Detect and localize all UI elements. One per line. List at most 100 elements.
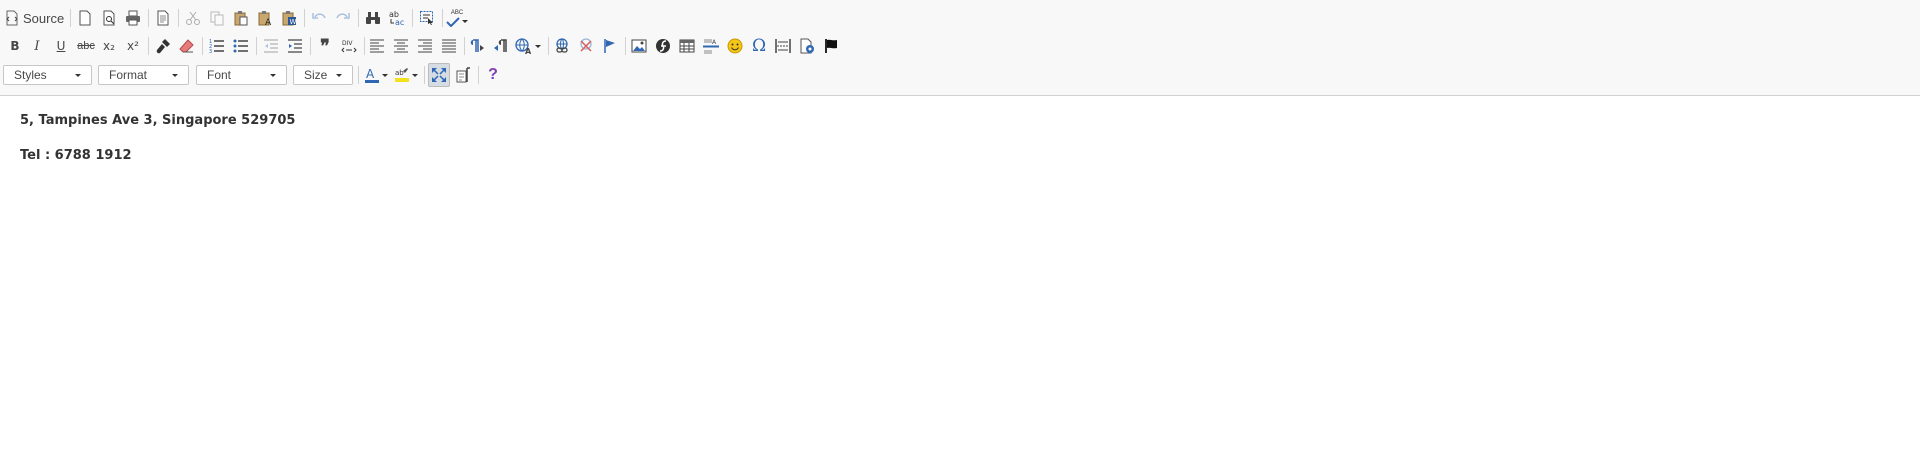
new-page-button[interactable] bbox=[74, 6, 96, 30]
subscript-button[interactable]: x₂ bbox=[98, 34, 120, 58]
numbered-list-button[interactable]: 123 bbox=[206, 34, 228, 58]
chevron-down-icon bbox=[336, 73, 342, 77]
binoculars-icon bbox=[366, 12, 380, 24]
chevron-down-icon bbox=[462, 20, 468, 23]
text-color-button[interactable]: A bbox=[362, 63, 390, 87]
select-all-button[interactable] bbox=[416, 6, 438, 30]
blockquote-button[interactable]: ❞ bbox=[314, 34, 336, 58]
outdent-button[interactable] bbox=[260, 34, 282, 58]
show-blocks-button[interactable] bbox=[452, 63, 474, 87]
preview-button[interactable] bbox=[98, 6, 120, 30]
svg-text:3: 3 bbox=[209, 49, 212, 54]
maximize-icon bbox=[432, 68, 446, 82]
unlink-button[interactable] bbox=[575, 34, 597, 58]
cut-button[interactable] bbox=[182, 6, 204, 30]
page-break-icon bbox=[775, 39, 791, 53]
horizontal-rule-icon: A bbox=[703, 39, 719, 54]
iframe-button[interactable] bbox=[796, 34, 818, 58]
help-label: ? bbox=[488, 66, 498, 83]
check-icon bbox=[446, 16, 460, 27]
copy-format-button[interactable] bbox=[152, 34, 174, 58]
text-direction-ltr-icon bbox=[470, 39, 484, 52]
font-combo[interactable]: Font bbox=[196, 65, 287, 85]
align-center-button[interactable] bbox=[390, 34, 412, 58]
image-button[interactable] bbox=[628, 34, 650, 58]
copy-icon bbox=[210, 11, 224, 26]
chevron-down-icon bbox=[75, 73, 81, 77]
align-center-icon bbox=[394, 39, 408, 53]
telephone-line: Tel : 6788 1912 bbox=[20, 148, 132, 163]
toolbar-row-2: B I U abc x₂ x² 123 ❞ DIV A A Ω bbox=[0, 34, 1920, 58]
templates-button[interactable] bbox=[152, 6, 174, 30]
iframe-icon bbox=[800, 38, 814, 54]
anchor-button[interactable] bbox=[599, 34, 621, 58]
special-char-label: Ω bbox=[751, 36, 767, 56]
show-blocks-icon bbox=[456, 67, 470, 83]
align-right-button[interactable] bbox=[414, 34, 436, 58]
page-break-button[interactable] bbox=[772, 34, 794, 58]
image-icon bbox=[631, 39, 647, 53]
printer-icon bbox=[126, 10, 140, 26]
svg-text:A: A bbox=[366, 67, 375, 81]
paste-button[interactable] bbox=[230, 6, 252, 30]
align-left-icon bbox=[370, 39, 384, 53]
bulleted-list-icon bbox=[233, 39, 248, 53]
replace-icon: abac bbox=[389, 10, 404, 27]
paste-word-button[interactable]: W bbox=[278, 6, 300, 30]
eraser-icon bbox=[179, 39, 194, 53]
chevron-down-icon bbox=[172, 73, 178, 77]
svg-text:ab: ab bbox=[395, 69, 404, 77]
flash-button[interactable] bbox=[652, 34, 674, 58]
remove-format-button[interactable] bbox=[176, 34, 198, 58]
background-color-button[interactable]: ab bbox=[392, 63, 420, 87]
undo-icon bbox=[312, 13, 326, 19]
bulleted-list-button[interactable] bbox=[230, 34, 252, 58]
select-all-icon bbox=[420, 11, 433, 25]
strike-button[interactable]: abc bbox=[74, 34, 98, 58]
table-button[interactable] bbox=[676, 34, 698, 58]
align-left-button[interactable] bbox=[366, 34, 388, 58]
maximize-button[interactable] bbox=[428, 63, 450, 87]
source-button[interactable]: Source bbox=[4, 6, 66, 30]
bold-button[interactable]: B bbox=[4, 34, 26, 58]
unlink-icon bbox=[580, 38, 592, 52]
superscript-button[interactable]: x² bbox=[122, 34, 144, 58]
font-label: Font bbox=[207, 68, 232, 82]
link-icon bbox=[556, 38, 568, 53]
replace-button[interactable]: ab ac bbox=[386, 6, 408, 30]
find-button[interactable] bbox=[362, 6, 384, 30]
preview-icon bbox=[103, 10, 115, 26]
text-direction-rtl-icon bbox=[494, 39, 507, 52]
help-button[interactable]: ? bbox=[482, 63, 504, 87]
print-button[interactable] bbox=[122, 6, 144, 30]
styles-label: Styles bbox=[14, 68, 47, 82]
editor-content[interactable]: 5, Tampines Ave 3, Singapore 529705 Tel … bbox=[20, 112, 295, 182]
text-color-icon: A bbox=[365, 67, 379, 83]
styles-combo[interactable]: Styles bbox=[3, 65, 92, 85]
source-label: Source bbox=[23, 10, 65, 26]
smiley-button[interactable] bbox=[724, 34, 746, 58]
redo-button[interactable] bbox=[332, 6, 354, 30]
numbered-list-icon: 123 bbox=[209, 39, 224, 54]
rtl-button[interactable] bbox=[490, 34, 512, 58]
undo-button[interactable] bbox=[308, 6, 330, 30]
link-button[interactable] bbox=[551, 34, 573, 58]
underline-button[interactable]: U bbox=[50, 34, 72, 58]
indent-icon bbox=[288, 39, 302, 53]
horizontal-rule-button[interactable]: A bbox=[700, 34, 722, 58]
format-combo[interactable]: Format bbox=[98, 65, 189, 85]
ltr-button[interactable] bbox=[466, 34, 488, 58]
language-icon: A bbox=[515, 38, 532, 54]
special-char-button[interactable]: Ω bbox=[748, 34, 770, 58]
align-justify-button[interactable] bbox=[438, 34, 460, 58]
size-combo[interactable]: Size bbox=[293, 65, 353, 85]
create-div-button[interactable]: DIV bbox=[338, 34, 360, 58]
copy-button[interactable] bbox=[206, 6, 228, 30]
svg-text:A: A bbox=[712, 39, 717, 46]
indent-button[interactable] bbox=[284, 34, 306, 58]
spellcheck-button[interactable]: ABC bbox=[444, 6, 470, 30]
paste-text-button[interactable]: A bbox=[254, 6, 276, 30]
italic-button[interactable]: I bbox=[26, 34, 48, 58]
flag-button[interactable] bbox=[820, 34, 842, 58]
language-button[interactable]: A bbox=[514, 34, 542, 58]
